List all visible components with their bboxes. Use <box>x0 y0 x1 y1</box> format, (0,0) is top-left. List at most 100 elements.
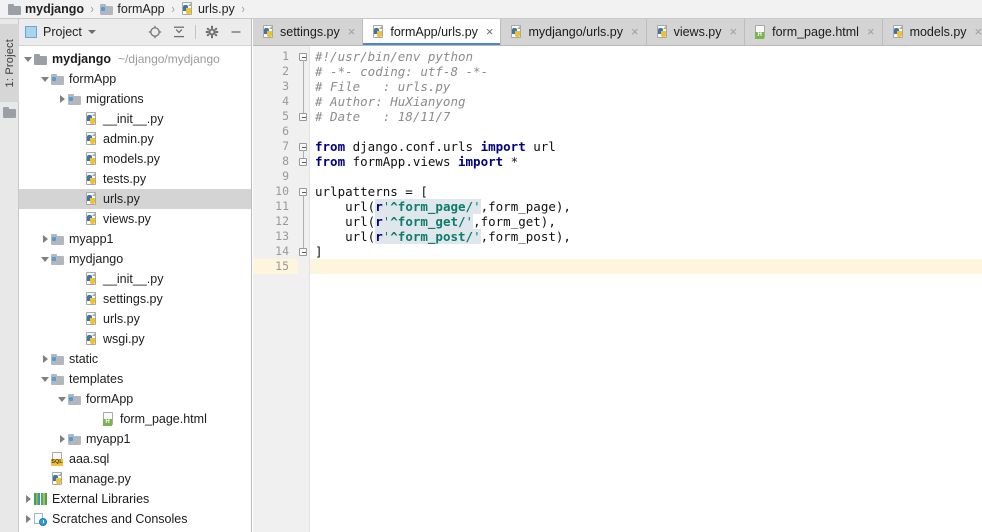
tree-item-migrations[interactable]: migrations <box>19 89 251 109</box>
fold-row <box>298 214 309 229</box>
code-folding-gutter[interactable] <box>298 46 309 532</box>
fold-row[interactable] <box>298 154 309 169</box>
python-file-icon <box>656 24 669 39</box>
chevron-down-icon[interactable] <box>40 374 51 385</box>
fold-collapse-icon[interactable] <box>299 112 307 121</box>
tree-item-templates[interactable]: templates <box>19 369 251 389</box>
tree-item-wsgi-py[interactable]: wsgi.py <box>19 329 251 349</box>
close-icon[interactable]: × <box>730 25 738 38</box>
project-tool-window: Project mydjango ~/django/mydjango formA… <box>19 19 252 532</box>
locate-icon[interactable] <box>144 21 166 43</box>
fold-row[interactable] <box>298 109 309 124</box>
code-line[interactable]: ] <box>310 244 982 259</box>
code-line[interactable]: # Author: HuXianyong <box>310 94 982 109</box>
chevron-down-icon[interactable] <box>57 394 68 405</box>
fold-row[interactable] <box>298 49 309 64</box>
chevron-down-icon[interactable] <box>87 30 96 34</box>
chevron-right-icon[interactable] <box>23 494 34 505</box>
tree-item-manage-py[interactable]: manage.py <box>19 469 251 489</box>
editor-tab-models-py[interactable]: models.py × <box>882 19 982 45</box>
tree-item-urls-py[interactable]: urls.py <box>19 309 251 329</box>
code-line[interactable]: from formApp.views import * <box>310 154 982 169</box>
code-token: ^form_get/ <box>390 214 466 229</box>
close-icon[interactable]: × <box>867 25 875 38</box>
minimize-icon[interactable] <box>225 21 247 43</box>
tree-item-form-page-html[interactable]: Hform_page.html <box>19 409 251 429</box>
editor-tab-settings-py[interactable]: settings.py × <box>253 19 364 45</box>
fold-collapse-icon[interactable] <box>299 247 307 256</box>
tree-item-myapp1[interactable]: myapp1 <box>19 429 251 449</box>
code-line[interactable]: url(r'^form_post/',form_post), <box>310 229 982 244</box>
tree-item-urls-py[interactable]: urls.py <box>19 189 251 209</box>
breadcrumb-item-urls-py[interactable]: urls.py <box>180 2 236 16</box>
close-icon[interactable]: × <box>486 25 494 38</box>
tree-item-admin-py[interactable]: admin.py <box>19 129 251 149</box>
breadcrumb-item-mydjango[interactable]: mydjango <box>7 2 85 16</box>
tree-item--init-py[interactable]: __init__.py <box>19 269 251 289</box>
code-line[interactable]: urlpatterns = [ <box>310 184 982 199</box>
chevron-right-icon[interactable] <box>40 354 51 365</box>
tree-item--init-py[interactable]: __init__.py <box>19 109 251 129</box>
project-file-tree[interactable]: mydjango ~/django/mydjango formApp migratio… <box>19 46 251 532</box>
code-token: # File : urls.py <box>315 79 451 94</box>
code-line[interactable]: # Date : 18/11/7 <box>310 109 982 124</box>
code-line[interactable]: # -*- coding: utf-8 -*- <box>310 64 982 79</box>
editor-tab-views-py[interactable]: views.py × <box>646 19 746 45</box>
code-line[interactable]: #!/usr/bin/env python <box>310 49 982 64</box>
collapse-all-icon[interactable] <box>168 21 190 43</box>
chevron-right-icon[interactable] <box>57 434 68 445</box>
module-folder-icon <box>68 93 81 105</box>
line-number: 11 <box>275 199 289 213</box>
fold-row[interactable] <box>298 139 309 154</box>
tree-item-mydjango[interactable]: mydjango ~/django/mydjango <box>19 49 251 69</box>
editor-tab-formapp-urls-py[interactable]: formApp/urls.py × <box>363 19 502 45</box>
code-line[interactable] <box>310 124 982 139</box>
code-line[interactable]: # File : urls.py <box>310 79 982 94</box>
tree-item-models-py[interactable]: models.py <box>19 149 251 169</box>
code-line[interactable] <box>310 169 982 184</box>
close-icon[interactable]: × <box>348 25 356 38</box>
tree-item-views-py[interactable]: views.py <box>19 209 251 229</box>
tree-item-formapp[interactable]: formApp <box>19 69 251 89</box>
fold-region-line <box>302 150 304 158</box>
breadcrumb-item-formapp[interactable]: formApp <box>99 2 165 16</box>
breadcrumb-separator: › <box>171 1 175 16</box>
code-token: # Author: HuXianyong <box>315 94 466 109</box>
code-line[interactable]: url(r'^form_get/',form_get), <box>310 214 982 229</box>
code-line[interactable]: from django.conf.urls import url <box>310 139 982 154</box>
tree-item-aaa-sql[interactable]: SQL aaa.sql <box>19 449 251 469</box>
tree-item-static[interactable]: static <box>19 349 251 369</box>
line-number-gutter: 1 2 3 4 5 6 7 8 9 10 11 12 13 14 15 <box>253 46 298 532</box>
tree-item-external-libraries[interactable]: External Libraries <box>19 489 251 509</box>
editor-tab-mydjango-urls-py[interactable]: mydjango/urls.py × <box>501 19 647 45</box>
tree-item-mydjango[interactable]: mydjango <box>19 249 251 269</box>
tree-item-scratches-and-consoles[interactable]: Scratches and Consoles <box>19 509 251 529</box>
breadcrumb-item-label: urls.py <box>197 2 235 16</box>
chevron-right-icon[interactable] <box>23 514 34 525</box>
editor-tab-form-page-html[interactable]: Hform_page.html × <box>745 19 883 45</box>
code-text[interactable]: #!/usr/bin/env python # -*- coding: utf-8… <box>309 46 982 532</box>
chevron-down-icon[interactable] <box>23 54 34 65</box>
fold-row[interactable] <box>298 184 309 199</box>
tree-item-settings-py[interactable]: settings.py <box>19 289 251 309</box>
tool-window-tab-project[interactable]: 1: Project <box>0 24 19 102</box>
tree-item-formapp[interactable]: formApp <box>19 389 251 409</box>
tree-item-tests-py[interactable]: tests.py <box>19 169 251 189</box>
chevron-right-icon[interactable] <box>57 94 68 105</box>
fold-row[interactable] <box>298 244 309 259</box>
code-line[interactable] <box>310 259 982 274</box>
editor-tab-label: models.py <box>909 24 967 39</box>
close-icon[interactable]: × <box>975 25 982 38</box>
close-icon[interactable]: × <box>631 25 639 38</box>
chevron-right-icon[interactable] <box>40 234 51 245</box>
tree-item-myapp1[interactable]: myapp1 <box>19 229 251 249</box>
chevron-down-icon[interactable] <box>40 254 51 265</box>
code-line[interactable]: url(r'^form_page/',form_page), <box>310 199 982 214</box>
code-token: ,form_get), <box>473 214 556 229</box>
gear-icon[interactable] <box>201 21 223 43</box>
fold-collapse-icon[interactable] <box>299 157 307 166</box>
chevron-down-icon[interactable] <box>40 74 51 85</box>
